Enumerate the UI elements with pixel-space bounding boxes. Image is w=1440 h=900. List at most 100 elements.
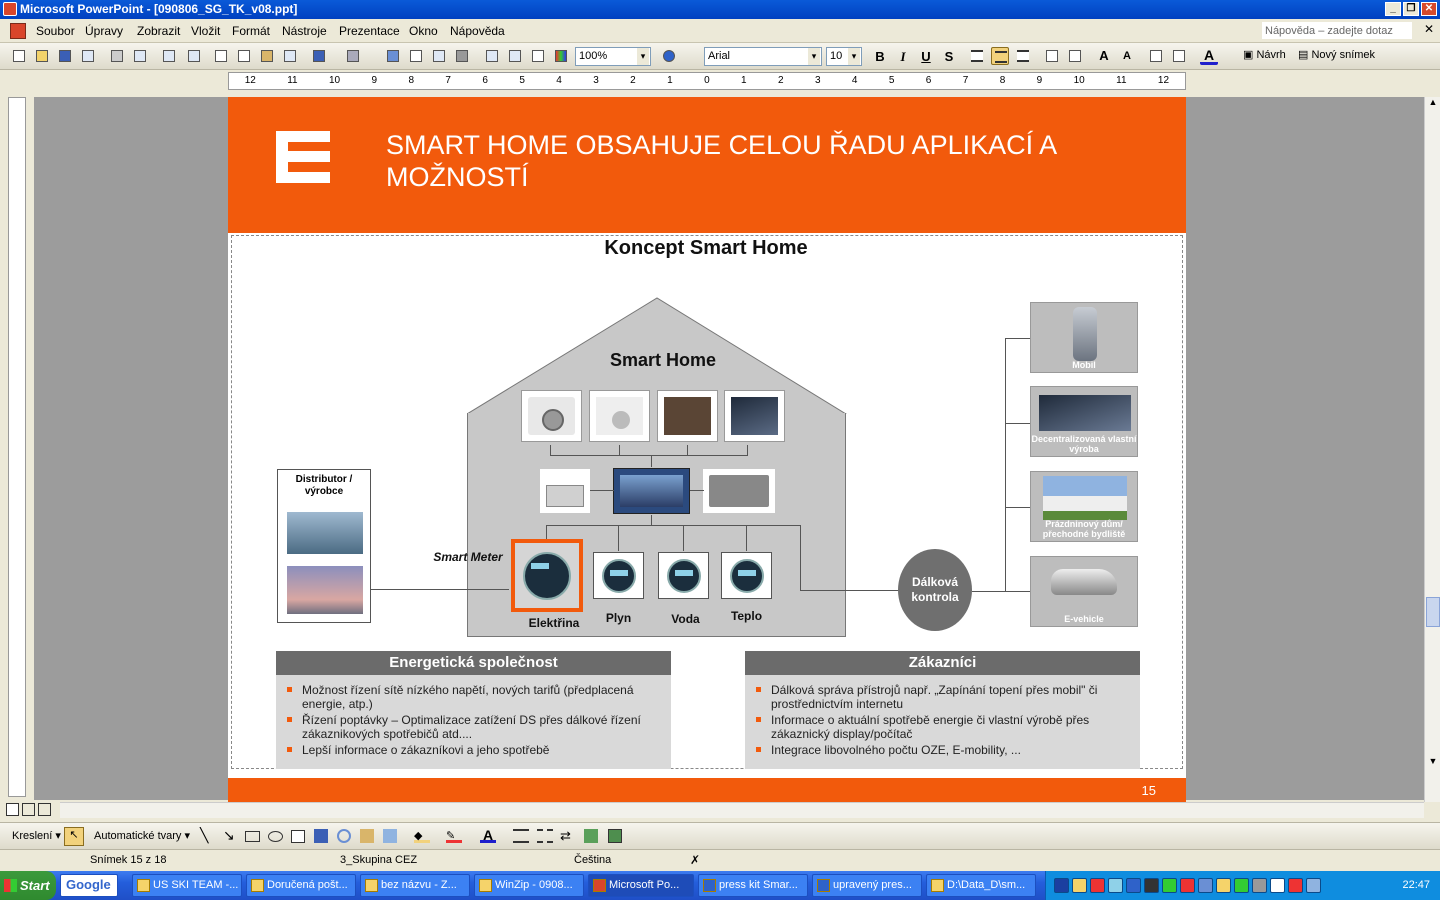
autoshapes-menu-button[interactable]: Automatické tvary ▾ (94, 829, 190, 842)
taskbar-item[interactable]: Doručená pošt... (246, 874, 356, 897)
restore-button[interactable]: ❐ (1403, 2, 1419, 16)
taskbar-item[interactable]: WinZip - 0908... (474, 874, 584, 897)
formatting-toggle-icon[interactable] (506, 47, 524, 65)
close-document-icon[interactable]: ✕ (1424, 22, 1434, 36)
save-icon[interactable] (56, 47, 74, 65)
permission-icon[interactable] (79, 47, 97, 65)
tray-app-icon[interactable] (1162, 878, 1177, 893)
tray-app-icon[interactable] (1288, 878, 1303, 893)
font-select[interactable]: Arial (704, 47, 822, 66)
align-center-icon[interactable] (991, 47, 1009, 65)
line-icon[interactable]: ╲ (200, 827, 208, 844)
underline-button[interactable]: U (916, 47, 936, 66)
document-icon[interactable] (10, 23, 26, 39)
design-button[interactable]: ▣ Návrh (1243, 48, 1286, 61)
align-right-icon[interactable] (1014, 47, 1032, 65)
research-icon[interactable] (185, 47, 203, 65)
tray-app-icon[interactable] (1126, 878, 1141, 893)
menu-vlozit[interactable]: Vložit (191, 24, 220, 38)
line-style-icon[interactable] (513, 829, 529, 843)
expand-icon[interactable] (483, 47, 501, 65)
menu-format[interactable]: Formát (232, 24, 270, 38)
tray-app-icon[interactable] (1270, 878, 1285, 893)
font-color-icon[interactable]: A (1200, 47, 1218, 65)
font-color-draw-icon[interactable]: A (480, 827, 496, 843)
redo-icon[interactable] (344, 47, 362, 65)
decrease-indent-icon[interactable] (1147, 47, 1165, 65)
tray-app-icon[interactable] (1216, 878, 1231, 893)
menu-upravy[interactable]: Úpravy (85, 24, 123, 38)
tray-app-icon[interactable] (1144, 878, 1159, 893)
wordart-icon[interactable] (314, 829, 328, 843)
taskbar-item[interactable]: press kit Smar... (698, 874, 808, 897)
menu-zobrazit[interactable]: Zobrazit (137, 24, 180, 38)
minimize-button[interactable]: _ (1385, 2, 1401, 16)
print-preview-icon[interactable] (131, 47, 149, 65)
vertical-scrollbar[interactable]: ▲ ▼ (1424, 97, 1440, 802)
shadow-button[interactable]: S (939, 47, 959, 66)
rectangle-icon[interactable] (245, 831, 260, 842)
tray-app-icon[interactable] (1306, 878, 1321, 893)
tray-app-icon[interactable] (1252, 878, 1267, 893)
increase-font-icon[interactable]: A (1095, 47, 1113, 65)
tray-app-icon[interactable] (1198, 878, 1213, 893)
decrease-font-icon[interactable]: A (1118, 47, 1136, 65)
draw-menu-button[interactable]: Kreslení ▾ (12, 829, 61, 842)
slide[interactable]: SMART HOME OBSAHUJE CELOU ŘADU APLIKACÍ … (228, 97, 1186, 802)
google-toolbar[interactable]: Google (60, 874, 118, 897)
chart-icon[interactable] (384, 47, 402, 65)
paste-icon[interactable] (258, 47, 276, 65)
slide-title[interactable]: SMART HOME OBSAHUJE CELOU ŘADU APLIKACÍ … (386, 129, 1106, 193)
bold-button[interactable]: B (870, 47, 890, 66)
font-size-select[interactable]: 10 (826, 47, 862, 66)
3d-style-icon[interactable] (608, 829, 622, 843)
new-slide-button[interactable]: ▤ Nový snímek (1298, 48, 1375, 61)
menu-okno[interactable]: Okno (409, 24, 438, 38)
italic-button[interactable]: I (893, 47, 913, 66)
fill-color-icon[interactable]: ◆ (414, 829, 430, 843)
color-grayscale-icon[interactable] (552, 47, 570, 65)
menu-soubor[interactable]: Soubor (36, 24, 75, 38)
table-icon[interactable] (407, 47, 425, 65)
undo-icon[interactable] (310, 47, 328, 65)
zoom-select[interactable]: 100% (575, 47, 651, 66)
new-icon[interactable] (10, 47, 28, 65)
grid-icon[interactable] (529, 47, 547, 65)
help-search-input[interactable]: Nápověda – zadejte dotaz (1262, 22, 1412, 39)
line-color-icon[interactable]: ✎ (446, 829, 462, 843)
picture-icon[interactable] (383, 829, 397, 843)
oval-icon[interactable] (268, 831, 283, 842)
spelling-icon[interactable] (160, 47, 178, 65)
start-button[interactable]: Start (0, 871, 56, 900)
taskbar-item[interactable]: upravený pres... (812, 874, 922, 897)
bullets-icon[interactable] (1066, 47, 1084, 65)
taskbar-item-active[interactable]: Microsoft Po... (588, 874, 694, 897)
tray-app-icon[interactable] (1054, 878, 1069, 893)
spelling-status-icon[interactable]: ✗ (690, 853, 700, 867)
insert-table-icon[interactable] (430, 47, 448, 65)
open-icon[interactable] (33, 47, 51, 65)
dash-style-icon[interactable] (537, 829, 553, 843)
menu-napoveda[interactable]: Nápověda (450, 24, 505, 38)
tray-app-icon[interactable] (1180, 878, 1195, 893)
help-icon[interactable] (660, 47, 678, 65)
close-button[interactable]: ✕ (1421, 2, 1437, 16)
horizontal-scrollbar[interactable] (60, 802, 1424, 818)
taskbar-item[interactable]: bez názvu - Z... (360, 874, 470, 897)
select-pointer-icon[interactable]: ↖ (64, 827, 84, 846)
slide-sorter-icon[interactable] (22, 803, 35, 816)
slideshow-icon[interactable] (38, 803, 51, 816)
arrow-style-icon[interactable]: ⇄ (560, 828, 571, 844)
increase-indent-icon[interactable] (1170, 47, 1188, 65)
tray-app-icon[interactable] (1108, 878, 1123, 893)
tray-app-icon[interactable] (1072, 878, 1087, 893)
diagram-icon[interactable] (337, 829, 351, 843)
taskbar-item[interactable]: D:\Data_D\sm... (926, 874, 1036, 897)
shadow-style-icon[interactable] (584, 829, 598, 843)
menu-nastroje[interactable]: Nástroje (282, 24, 327, 38)
clipart-icon[interactable] (360, 829, 374, 843)
numbering-icon[interactable] (1043, 47, 1061, 65)
normal-view-icon[interactable] (6, 803, 19, 816)
taskbar-item[interactable]: US SKI TEAM -... (132, 874, 242, 897)
copy-icon[interactable] (235, 47, 253, 65)
